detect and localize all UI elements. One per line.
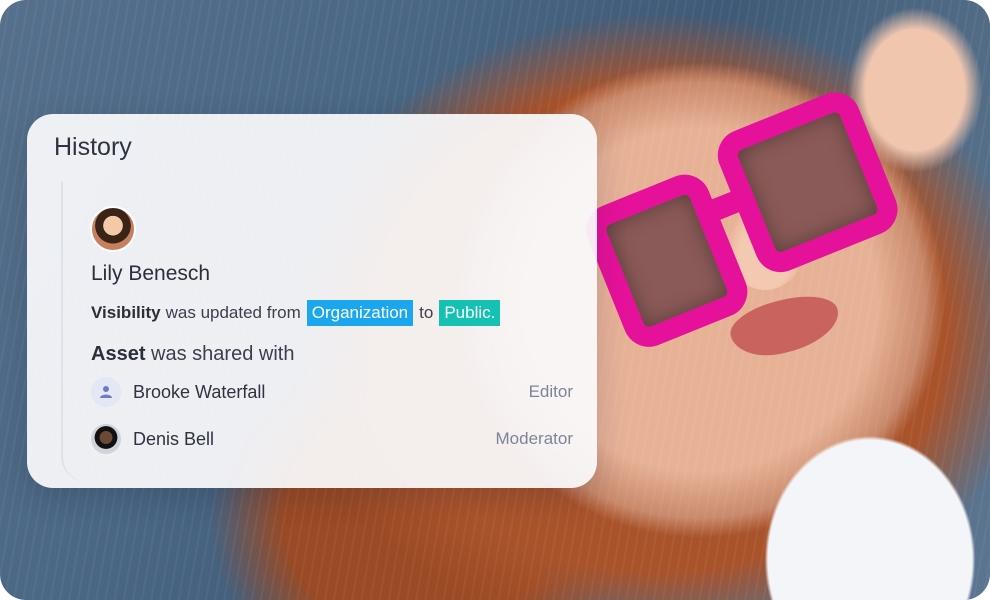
person-icon [100,386,112,398]
shared-user-role[interactable]: Editor [529,382,573,402]
app-frame: History Lily Benesch Visibility was upda… [0,0,990,600]
shared-user-name: Brooke Waterfall [133,381,266,402]
shared-user-role[interactable]: Moderator [496,429,573,449]
visibility-label: Visibility [91,303,161,322]
user-avatar[interactable] [90,206,136,252]
user-icon [91,377,121,407]
shared-user-row[interactable]: Brooke Waterfall Editor [91,376,573,408]
user-name[interactable]: Lily Benesch [91,262,210,286]
shared-user-row[interactable]: Denis Bell Moderator [91,423,573,455]
asset-shared: Asset was shared with [91,343,294,366]
visibility-update: Visibility was updated from Organization… [91,300,501,326]
to-text: to [419,303,434,322]
asset-label: Asset [91,343,146,365]
shared-text: was shared with [151,343,295,365]
shared-user-name: Denis Bell [133,428,215,449]
card-title: History [54,133,132,161]
timeline-line [61,182,91,482]
organization-badge: Organization [306,300,414,326]
public-badge: Public. [439,300,501,326]
updated-text: was updated from [165,303,301,322]
user-avatar-photo [91,424,121,454]
history-card: History Lily Benesch Visibility was upda… [27,114,597,488]
